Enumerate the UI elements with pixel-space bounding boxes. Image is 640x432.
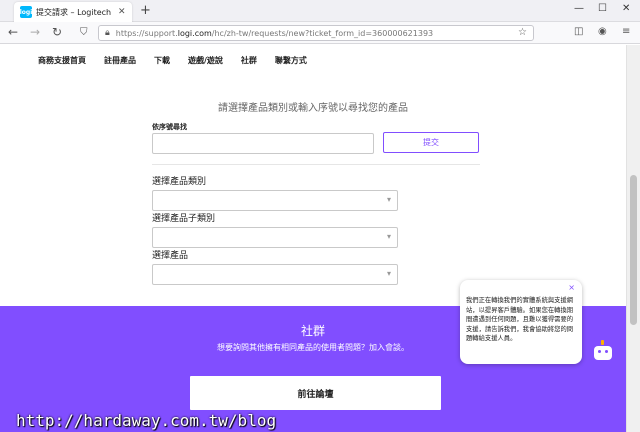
- site-nav: 商務支援首頁 註冊產品 下載 遊戲/遊說 社群 聯繫方式: [38, 55, 307, 66]
- bot-antenna-icon: [601, 340, 604, 345]
- watermark-text: http://hardaway.com.tw/blog: [16, 411, 277, 430]
- chevron-down-icon: ▾: [386, 269, 391, 278]
- subcategory-label: 選擇產品子類別: [152, 214, 216, 224]
- product-select[interactable]: ▾: [152, 264, 398, 285]
- shield-icon[interactable]: ⛉: [80, 27, 88, 38]
- robot-icon: [594, 346, 612, 360]
- serial-number-input[interactable]: [152, 133, 374, 154]
- scroll-thumb[interactable]: [630, 175, 637, 325]
- category-select[interactable]: ▾: [152, 190, 398, 211]
- menu-icon[interactable]: ≡: [622, 26, 630, 37]
- window-close-icon[interactable]: ✕: [622, 3, 630, 14]
- url-text[interactable]: https://support.logi.com/hc/zh-tw/reques…: [116, 29, 433, 38]
- chat-message-text: 我們正在轉換我們的實體系統與支援網站，以提昇客戶體驗。如果您在轉換期間遭遇到任何…: [466, 297, 574, 343]
- page-scrollbar[interactable]: [626, 45, 640, 432]
- close-icon[interactable]: ✕: [118, 7, 126, 17]
- browser-navbar: ← → ↻ ⛉ 🔒︎ https://support.logi.com/hc/z…: [0, 22, 640, 44]
- minimize-icon[interactable]: —: [574, 3, 584, 14]
- account-icon[interactable]: ◉: [598, 26, 607, 37]
- site-nav-item-community[interactable]: 社群: [241, 55, 257, 66]
- new-tab-button[interactable]: +: [140, 3, 151, 18]
- logitech-favicon-icon: logi: [20, 6, 32, 18]
- browser-titlebar: logi 提交請求 – Logitech 支援 + 下載 ✕ + — ☐ ✕: [0, 0, 640, 22]
- site-nav-item-gaming[interactable]: 遊戲/遊說: [188, 55, 223, 66]
- category-label: 選擇產品類別: [152, 177, 207, 187]
- submit-button[interactable]: 提交: [383, 132, 479, 153]
- site-nav-item-register[interactable]: 註冊產品: [104, 55, 136, 66]
- lock-icon[interactable]: 🔒︎: [105, 28, 110, 38]
- form-divider: [152, 164, 480, 165]
- address-bar[interactable]: 🔒︎ https://support.logi.com/hc/zh-tw/req…: [98, 25, 534, 41]
- page-content: 商務支援首頁 註冊產品 下載 遊戲/遊說 社群 聯繫方式 請選擇產品類別或輸入序…: [0, 45, 626, 432]
- chatbot-button[interactable]: [586, 336, 620, 370]
- back-icon[interactable]: ←: [8, 25, 18, 39]
- pocket-icon[interactable]: ◫: [574, 26, 583, 37]
- site-nav-item-business[interactable]: 商務支援首頁: [38, 55, 86, 66]
- go-to-forum-button[interactable]: 前往論壇: [190, 376, 441, 410]
- tab-title: 提交請求 – Logitech 支援 + 下載: [36, 7, 114, 17]
- browser-tab[interactable]: logi 提交請求 – Logitech 支援 + 下載 ✕: [14, 2, 132, 22]
- product-label: 選擇產品: [152, 251, 189, 261]
- reload-icon[interactable]: ↻: [52, 25, 62, 39]
- chevron-down-icon: ▾: [386, 232, 391, 241]
- subcategory-select[interactable]: ▾: [152, 227, 398, 248]
- chevron-down-icon: ▾: [386, 195, 391, 204]
- maximize-icon[interactable]: ☐: [598, 3, 607, 14]
- bookmark-star-icon[interactable]: ☆: [518, 27, 527, 38]
- site-nav-item-downloads[interactable]: 下載: [154, 55, 170, 66]
- serial-number-label: 依序號尋找: [152, 123, 187, 131]
- chat-message-bubble: × 我們正在轉換我們的實體系統與支援網站，以提昇客戶體驗。如果您在轉換期間遭遇到…: [460, 280, 582, 364]
- forward-icon[interactable]: →: [30, 25, 40, 39]
- site-nav-item-contact[interactable]: 聯繫方式: [275, 55, 307, 66]
- chat-close-icon[interactable]: ×: [568, 283, 575, 292]
- product-search-title: 請選擇產品類別或輸入序號以尋找您的產品: [218, 103, 408, 114]
